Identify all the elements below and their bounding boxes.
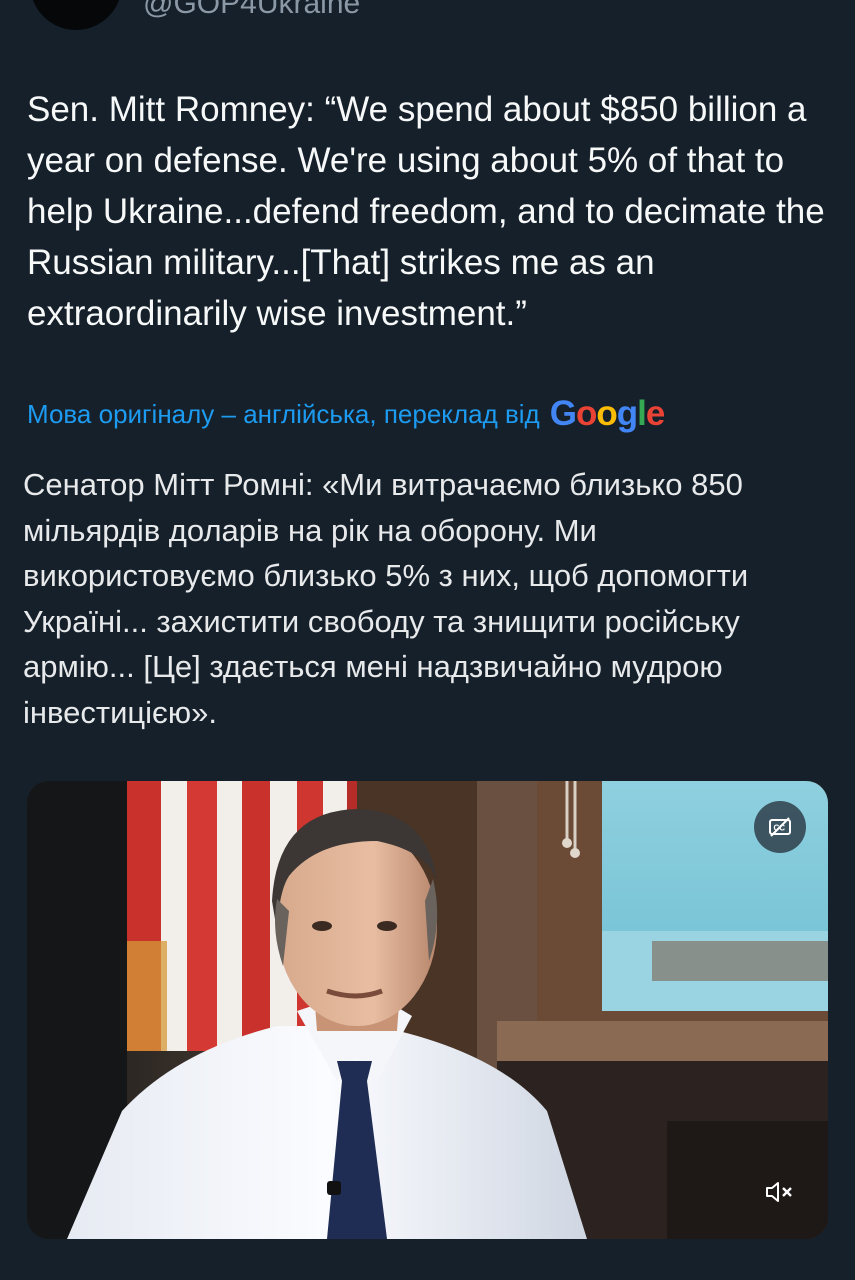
volume-muted-icon (766, 1182, 792, 1202)
translation-attribution: Мова оригіналу – англійська, переклад ві… (27, 392, 666, 436)
author-handle[interactable]: @GOP4Ukraine (143, 0, 360, 22)
closed-captions-off-icon: CC (769, 817, 791, 837)
captions-button[interactable]: CC (754, 801, 806, 853)
tweet-detail-page: @GOP4Ukraine Sen. Mitt Romney: “We spend… (0, 0, 855, 1280)
google-logo: Google (549, 394, 666, 433)
translation-source-link[interactable]: Мова оригіналу – англійська, переклад ві… (27, 394, 540, 434)
tweet-video[interactable]: CC (27, 781, 828, 1239)
tweet-text: Sen. Mitt Romney: “We spend about $850 b… (27, 90, 825, 333)
translated-tweet-text: Сенатор Мітт Ромні: «Ми витрачаємо близь… (23, 467, 749, 730)
mute-button[interactable] (759, 1175, 799, 1209)
author-avatar[interactable] (30, 0, 122, 30)
video-frame (27, 781, 828, 1239)
